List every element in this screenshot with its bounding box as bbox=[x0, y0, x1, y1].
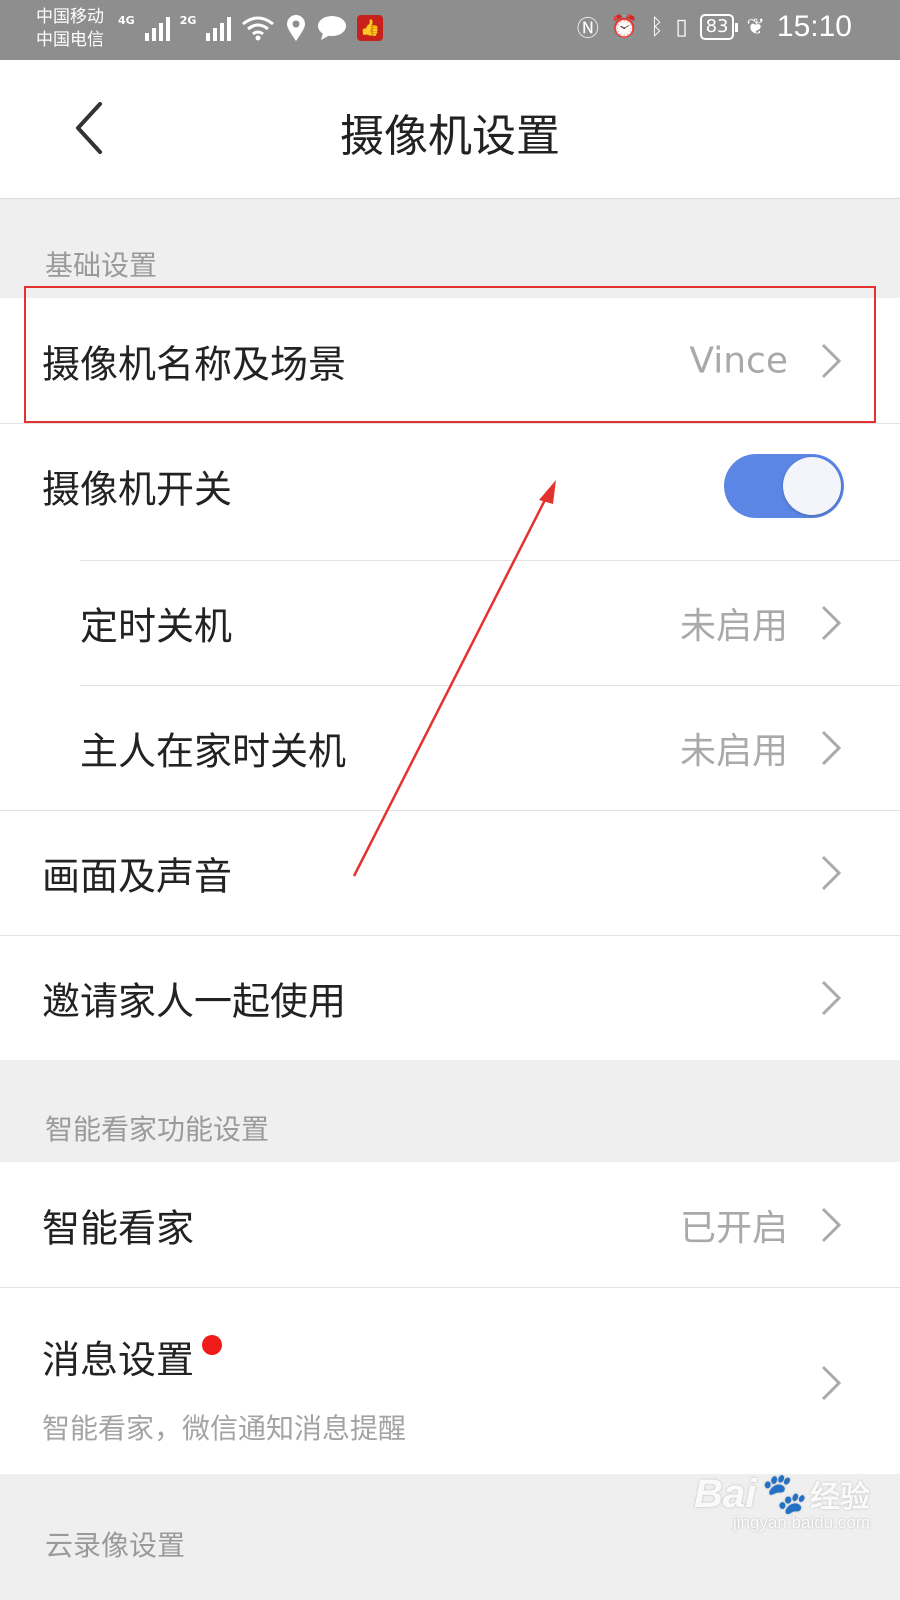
chevron-right-icon bbox=[821, 1207, 842, 1242]
camera-switch-toggle[interactable] bbox=[724, 453, 844, 518]
signal-icon bbox=[144, 15, 170, 41]
section-cloud-label: 云录像设置 bbox=[45, 1529, 186, 1562]
status-bar: 中国移动 中国电信 4G 2G 👍 Ⓝ ⏰ ᛒ ▯ 83 ❦ 15:10 bbox=[0, 0, 900, 60]
chevron-right-icon bbox=[821, 855, 842, 890]
battery-icon: 83 bbox=[699, 14, 739, 40]
section-smart-label: 智能看家功能设置 bbox=[45, 1113, 270, 1146]
row-label: 画面及声音 bbox=[42, 854, 233, 898]
vibrate-icon: ▯ bbox=[675, 14, 688, 40]
smart-settings-group: 智能看家 已开启 消息设置 智能看家，微信通知消息提醒 bbox=[0, 1162, 900, 1474]
carrier-1: 中国移动 bbox=[36, 7, 104, 27]
paw-icon: 🐾 bbox=[756, 1472, 806, 1516]
row-value: 未启用 bbox=[679, 605, 788, 647]
status-icons-right: Ⓝ ⏰ ᛒ ▯ 83 ❦ 15:10 bbox=[577, 10, 852, 44]
row-label: 消息设置 bbox=[42, 1338, 195, 1382]
app-notification-icon: 👍 bbox=[357, 15, 384, 41]
chevron-right-icon bbox=[821, 730, 842, 765]
message-settings-row[interactable]: 消息设置 智能看家，微信通知消息提醒 bbox=[0, 1287, 900, 1474]
smart-home-row[interactable]: 智能看家 已开启 bbox=[0, 1162, 900, 1287]
row-label: 主人在家时关机 bbox=[80, 729, 347, 773]
section-basic-label: 基础设置 bbox=[45, 249, 158, 282]
nfc-icon: Ⓝ bbox=[576, 17, 599, 42]
row-value: 已开启 bbox=[679, 1207, 788, 1249]
picture-sound-row[interactable]: 画面及声音 bbox=[0, 810, 900, 935]
alarm-icon: ⏰ bbox=[610, 14, 639, 40]
invite-family-row[interactable]: 邀请家人一起使用 bbox=[0, 935, 900, 1060]
toggle-knob bbox=[783, 456, 841, 515]
row-label: 智能看家 bbox=[42, 1206, 195, 1250]
row-label: 摄像机开关 bbox=[42, 467, 233, 511]
wifi-icon bbox=[242, 16, 275, 41]
timed-off-row[interactable]: 定时关机 未启用 bbox=[0, 560, 900, 685]
bluetooth-icon: ᛒ bbox=[650, 14, 664, 40]
carrier-names: 中国移动 中国电信 bbox=[36, 6, 104, 52]
home-off-row[interactable]: 主人在家时关机 未启用 bbox=[0, 685, 900, 810]
leaf-icon: ❦ bbox=[746, 14, 765, 40]
baidu-watermark: Bai🐾 经验 jingyan.baidu.com bbox=[694, 1470, 870, 1533]
page-title: 摄像机设置 bbox=[340, 111, 560, 162]
app-header: 摄像机设置 bbox=[0, 60, 900, 199]
message-icon bbox=[318, 16, 347, 40]
network-type-1: 4G bbox=[118, 14, 135, 27]
location-icon bbox=[287, 15, 306, 41]
chevron-right-icon bbox=[821, 1365, 842, 1401]
signal-icon-2 bbox=[206, 15, 232, 41]
watermark-brand-tail: 经验 bbox=[810, 1481, 870, 1514]
row-sublabel: 智能看家，微信通知消息提醒 bbox=[42, 1412, 407, 1445]
new-badge-dot bbox=[202, 1335, 223, 1355]
message-settings-title: 消息设置 bbox=[42, 1329, 223, 1384]
network-type-2: 2G bbox=[179, 14, 197, 27]
row-label: 邀请家人一起使用 bbox=[42, 979, 347, 1023]
row-label: 定时关机 bbox=[80, 604, 233, 648]
camera-switch-row: 摄像机开关 bbox=[0, 423, 900, 548]
watermark-brand: Bai bbox=[693, 1472, 757, 1516]
chevron-right-icon bbox=[821, 980, 842, 1015]
highlight-annotation-box bbox=[24, 286, 876, 423]
carrier-2: 中国电信 bbox=[36, 30, 104, 50]
chevron-right-icon bbox=[821, 605, 842, 640]
clock: 15:10 bbox=[776, 10, 852, 43]
status-icons-left: 4G 2G 👍 bbox=[118, 14, 384, 42]
row-value: 未启用 bbox=[679, 730, 788, 772]
